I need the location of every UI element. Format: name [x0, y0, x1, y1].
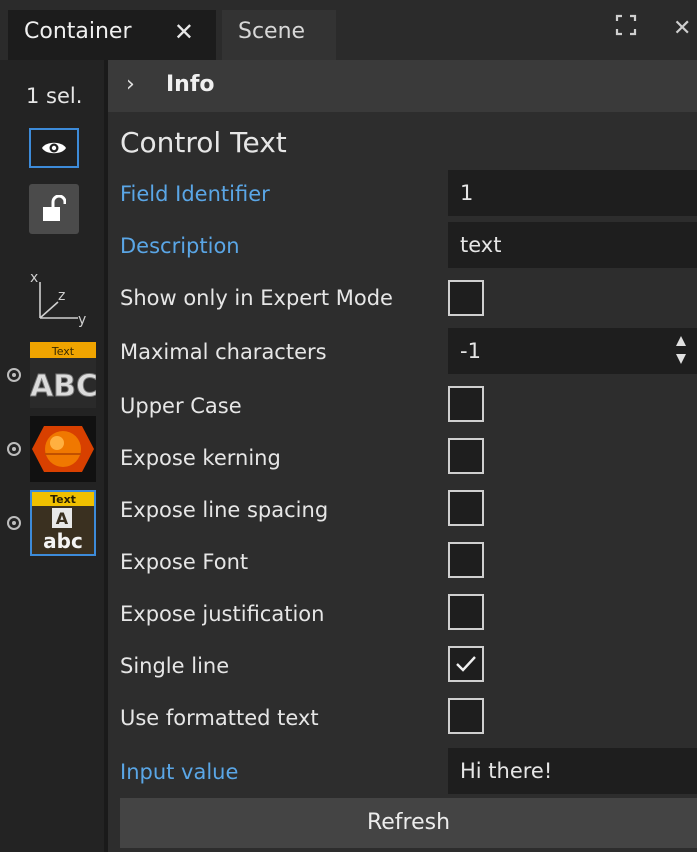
tab-bar: Container ✕ Scene ✕ [0, 0, 697, 60]
info-section-header[interactable]: › Info [108, 60, 697, 112]
thumbnail-text: abc [43, 529, 83, 553]
expose-kerning-label: Expose kerning [120, 446, 281, 470]
window-close-icon[interactable]: ✕ [673, 16, 691, 41]
tab-container[interactable]: Container ✕ [8, 10, 216, 60]
use-formatted-text-checkbox[interactable] [448, 698, 484, 734]
description-label[interactable]: Description [120, 234, 240, 258]
expose-justification-label: Expose justification [120, 602, 325, 626]
upper-case-checkbox[interactable] [448, 386, 484, 422]
field-identifier-input[interactable]: 1 [448, 170, 697, 216]
tab-scene[interactable]: Scene [222, 10, 336, 60]
axis-z-label: z [58, 288, 65, 304]
visibility-toggle-button[interactable] [29, 128, 79, 168]
tab-container-label: Container [24, 19, 132, 44]
left-toolbar: 1 sel. x z y Text ABC Text A abc [0, 60, 104, 852]
thumbnail-glyph: A [56, 509, 69, 528]
description-input[interactable]: text [448, 222, 697, 268]
expose-justification-checkbox[interactable] [448, 594, 484, 630]
selection-count: 1 sel. [26, 84, 83, 108]
input-value-input[interactable]: Hi there! [448, 748, 697, 794]
expose-line-spacing-label: Expose line spacing [120, 498, 329, 522]
expose-font-checkbox[interactable] [448, 542, 484, 578]
input-value-label[interactable]: Input value [120, 760, 238, 784]
radio-icon[interactable] [7, 442, 21, 456]
text-abc-lower-thumbnail[interactable]: Text A abc [30, 490, 96, 556]
thumbnail-caption: Text [50, 493, 76, 506]
axis-y-label: y [78, 312, 86, 328]
expose-font-label: Expose Font [120, 550, 249, 574]
lock-toggle-button[interactable] [29, 184, 79, 234]
radio-icon[interactable] [7, 516, 21, 530]
expose-kerning-checkbox[interactable] [448, 438, 484, 474]
panel-title: Control Text [120, 126, 287, 159]
thumbnail-caption: Text [51, 345, 75, 358]
single-line-checkbox[interactable] [448, 646, 484, 682]
eye-icon [42, 142, 66, 154]
tab-scene-label: Scene [238, 19, 306, 44]
expert-mode-checkbox[interactable] [448, 280, 484, 316]
info-label: Info [166, 72, 215, 97]
checkmark-icon [456, 656, 476, 672]
upper-case-label: Upper Case [120, 394, 242, 418]
close-icon[interactable]: ✕ [174, 10, 194, 54]
expose-line-spacing-checkbox[interactable] [448, 490, 484, 526]
max-characters-label: Maximal characters [120, 340, 327, 364]
text-abc-thumbnail[interactable]: Text ABC [30, 342, 96, 408]
refresh-button[interactable]: Refresh [120, 798, 697, 848]
use-formatted-text-label: Use formatted text [120, 706, 319, 730]
maximize-icon[interactable] [615, 14, 637, 42]
unlock-icon [43, 195, 66, 221]
max-characters-value: -1 [460, 339, 481, 363]
expert-mode-label: Show only in Expert Mode [120, 286, 393, 310]
field-identifier-label[interactable]: Field Identifier [120, 182, 270, 206]
single-line-label: Single line [120, 654, 230, 678]
thumbnail-text: ABC [30, 369, 96, 404]
axes-icon[interactable]: x z y [28, 268, 92, 328]
axis-x-label: x [30, 270, 38, 286]
radio-icon[interactable] [7, 368, 21, 382]
chevron-right-icon[interactable]: › [126, 72, 135, 97]
spinner-arrows-icon[interactable] [675, 334, 687, 368]
control-text-panel: Control Text Field Identifier 1 Descript… [108, 112, 697, 852]
sphere-thumbnail[interactable] [30, 416, 96, 482]
max-characters-input[interactable]: -1 [448, 328, 697, 374]
